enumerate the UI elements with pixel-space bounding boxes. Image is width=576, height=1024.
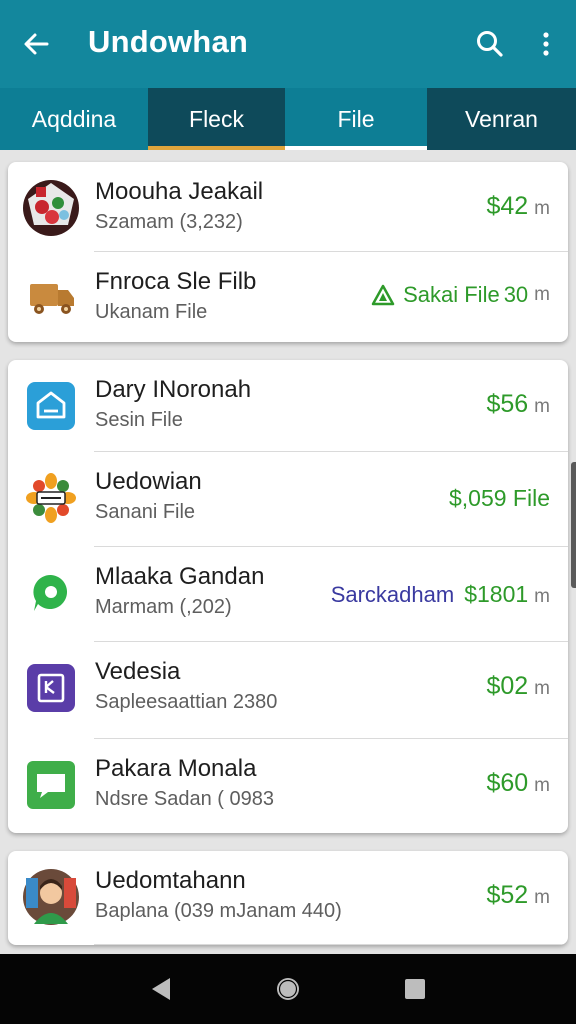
tab-label: File [337,105,375,132]
item-trailing: $,059 File [449,485,550,512]
message-app-icon [22,756,80,814]
app-bar: Undowhan [0,0,576,88]
item-subtitle: Sanani File [95,501,196,523]
item-title: Mlaaka Gandan [95,563,265,590]
nav-home-circle-icon [277,978,299,1000]
item-subtitle: Ukanam File [95,301,208,323]
item-price: $1801 [464,581,529,607]
delivery-truck-icon [22,269,80,327]
folder-box-icon [22,377,80,435]
item-status: Sakai File [403,282,500,307]
nav-back-button[interactable] [146,974,176,1004]
tab-venran[interactable]: Venran [427,88,576,150]
list-card: Dary INoronah Sesin File $56 m Uedowian … [8,360,568,833]
item-trailing: $60 m [486,769,550,798]
item-subtitle: Sesin File [95,409,183,431]
list-item[interactable]: Mlaaka Gandan Marmam (,202) Sarckadham $… [8,547,568,642]
item-subtitle: Marmam (,202) [95,596,232,618]
item-price: $,059 File [448,485,550,511]
item-unit: m [534,887,550,908]
tab-label: Aqddina [31,105,117,132]
item-unit: m [534,586,550,607]
item-price: $02 [486,672,529,700]
item-price: $56 [486,390,529,418]
list-item[interactable]: Moouha Jeakail Szamam (3,232) $42 m [8,162,568,252]
more-vertical-icon [543,32,549,56]
list-item[interactable]: Dary INoronah Sesin File $56 m [8,360,568,452]
list-item[interactable]: Uedowian Sanani File $,059 File [8,452,568,547]
gift-basket-icon [22,179,80,237]
item-title: Fnroca Sle Filb [95,268,257,295]
item-unit: m [534,678,550,699]
item-price: $60 [486,769,529,797]
scrollbar[interactable] [571,462,576,588]
item-subtitle: Szamam (3,232) [95,211,243,233]
more-options-button[interactable] [534,28,558,60]
item-title: Moouha Jeakail [95,178,264,205]
app-title: Undowhan [88,24,249,59]
item-title: Uedowian [95,468,202,495]
arrow-left-icon [24,33,49,55]
tab-bar: Aqddina Fleck File Venran [0,88,576,150]
item-unit: m [534,775,550,796]
item-unit: m [534,284,550,305]
item-title: Uedomtahann [95,867,246,894]
list-item[interactable]: Pakara Monala Ndsre Sadan ( 0983 $60 m [8,739,568,833]
list-item[interactable]: Vedesia Sapleesaattian 2380 $02 m [8,642,568,739]
item-trailing: Sakai File 30 m [371,282,550,308]
item-price: $42 [486,192,529,220]
list-card: Moouha Jeakail Szamam (3,232) $42 m Fnro… [8,162,568,342]
item-status: Sarckadham [330,582,455,607]
tab-file[interactable]: File [285,88,427,150]
item-title: Pakara Monala [95,755,257,782]
item-unit: m [534,396,550,417]
item-subtitle: Ndsre Sadan ( 0983 [95,788,275,810]
nav-recents-square-icon [405,979,425,999]
item-title: Dary INoronah [95,376,252,403]
list-card: Uedomtahann Baplana (039 mJanam 440) $52… [8,851,568,945]
sunflower-badge-icon [22,469,80,527]
item-subtitle: Baplana (039 mJanam 440) [95,900,342,922]
document-app-icon [22,659,80,717]
tab-label: Fleck [189,105,244,132]
nav-home-button[interactable] [273,974,303,1004]
shopkeeper-avatar-icon [22,868,80,926]
item-trailing: Sarckadham $1801 m [331,581,550,608]
divider [94,944,568,945]
nav-recents-button[interactable] [400,974,430,1004]
item-price: $52 [486,881,529,909]
content-list[interactable]: Moouha Jeakail Szamam (3,232) $42 m Fnro… [0,150,576,954]
item-price: 30 [503,282,529,307]
list-item[interactable]: Fnroca Sle Filb Ukanam File Sakai File 3… [8,252,568,342]
item-trailing: $02 m [486,672,550,701]
item-trailing: $42 m [486,192,550,221]
search-icon [477,31,503,57]
item-title: Vedesia [95,658,181,685]
item-subtitle: Sapleesaattian 2380 [95,691,278,713]
search-button[interactable] [474,28,506,60]
item-trailing: $56 m [486,390,550,419]
tab-aqddina[interactable]: Aqddina [0,88,148,150]
system-nav-bar [0,954,576,1024]
chat-bubble-icon [22,564,80,622]
tab-label: Venran [465,105,538,132]
nav-back-triangle-icon [152,978,170,1000]
item-trailing: $52 m [486,881,550,910]
tab-fleck[interactable]: Fleck [148,88,285,150]
warning-triangle-icon [371,284,395,306]
back-button[interactable] [18,26,54,62]
item-unit: m [534,198,550,219]
list-item[interactable]: Uedomtahann Baplana (039 mJanam 440) $52… [8,851,568,945]
